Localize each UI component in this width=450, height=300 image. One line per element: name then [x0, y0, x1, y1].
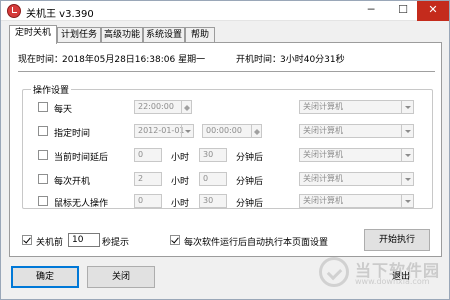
idle-label: 鼠标无人操作: [54, 199, 109, 209]
tab-scheduled-tasks[interactable]: 计划任务: [57, 27, 101, 43]
idle-minutes-field[interactable]: 30: [199, 194, 227, 208]
idle-checkbox[interactable]: [38, 196, 48, 206]
current-time-label: 现在时间：: [18, 55, 64, 65]
prealert-suffix: 秒提示: [102, 238, 130, 248]
ok-button[interactable]: 确定: [11, 266, 79, 288]
specific-action-value: 关闭计算机: [303, 126, 343, 135]
watermark-logo-icon: [319, 257, 349, 287]
specific-time-field[interactable]: 00:00:00: [202, 124, 262, 138]
delay-checkbox[interactable]: [38, 150, 48, 160]
boot-action-value: 关闭计算机: [303, 174, 343, 183]
uptime-value: 3小时40分31秒: [280, 55, 345, 65]
autorun-checkbox[interactable]: [170, 235, 180, 245]
idle-action-select[interactable]: 关闭计算机: [299, 194, 414, 208]
start-execute-button[interactable]: 开始执行: [364, 229, 430, 251]
boot-label: 每次开机: [54, 177, 91, 187]
tab-system-settings[interactable]: 系统设置: [143, 27, 185, 43]
app-logo-icon: [7, 4, 21, 18]
chevron-down-icon: [401, 173, 413, 185]
daily-checkbox[interactable]: [38, 102, 48, 112]
app-window: 关机王 v3.390 ─ ☐ ✕ 定时关机 计划任务 高级功能 系统设置 帮助 …: [0, 0, 450, 300]
divider: [18, 71, 435, 73]
idle-hours-unit: 小时: [171, 199, 190, 209]
specific-date-field[interactable]: 2012-01-01: [134, 124, 194, 138]
close-button[interactable]: 关闭: [87, 266, 155, 288]
idle-hours-field[interactable]: 0: [134, 194, 162, 208]
delay-label: 当前时间延后: [54, 153, 109, 163]
uptime-label: 开机时间：: [236, 55, 282, 65]
chevron-down-icon: [401, 149, 413, 161]
minimize-button[interactable]: ─: [355, 1, 387, 21]
daily-time-field[interactable]: 22:00:00: [134, 100, 192, 114]
specific-date-value: 2012-01-01: [138, 126, 185, 135]
boot-minutes-field[interactable]: 0: [199, 172, 227, 186]
window-title: 关机王 v3.390: [26, 9, 94, 20]
prealert-checkbox[interactable]: [22, 235, 32, 245]
prealert-label: 关机前: [36, 238, 64, 248]
daily-action-select[interactable]: 关闭计算机: [299, 100, 414, 114]
daily-time-spin-icon[interactable]: [181, 101, 191, 113]
delay-minutes-field[interactable]: 30: [199, 148, 227, 162]
current-time-value: 2018年05月28日16:38:06 星期一: [62, 55, 206, 65]
delay-action-select[interactable]: 关闭计算机: [299, 148, 414, 162]
specific-time-label: 指定时间: [54, 129, 91, 139]
boot-hours-field[interactable]: 2: [134, 172, 162, 186]
delay-hours-field[interactable]: 0: [134, 148, 162, 162]
boot-checkbox[interactable]: [38, 174, 48, 184]
idle-action-value: 关闭计算机: [303, 196, 343, 205]
tab-help[interactable]: 帮助: [185, 27, 215, 43]
tab-advanced[interactable]: 高级功能: [101, 27, 143, 43]
delay-minutes-unit: 分钟后: [236, 153, 264, 163]
maximize-button[interactable]: ☐: [387, 1, 419, 21]
group-title: 操作设置: [31, 83, 72, 96]
specific-time-spin-icon[interactable]: [251, 125, 261, 137]
chevron-down-icon: [401, 101, 413, 113]
prealert-seconds-field[interactable]: 10: [68, 233, 100, 247]
tab-shutdown-timer[interactable]: 定时关机: [9, 25, 57, 44]
idle-minutes-unit: 分钟后: [236, 199, 264, 209]
close-window-button[interactable]: ✕: [417, 1, 449, 21]
boot-minutes-unit: 分钟后: [236, 177, 264, 187]
boot-action-select[interactable]: 关闭计算机: [299, 172, 414, 186]
specific-time-value: 00:00:00: [206, 126, 242, 135]
daily-action-value: 关闭计算机: [303, 102, 343, 111]
daily-label: 每天: [54, 105, 73, 115]
operation-settings-group: 操作设置 每天 22:00:00 关闭计算机 指定时间 2012-01-01 0…: [22, 83, 433, 209]
title-bar: 关机王 v3.390 ─ ☐ ✕: [1, 1, 449, 21]
tab-panel: 现在时间： 2018年05月28日16:38:06 星期一 开机时间： 3小时4…: [9, 42, 442, 257]
autorun-label: 每次软件运行后自动执行本页面设置: [184, 238, 329, 248]
delay-action-value: 关闭计算机: [303, 150, 343, 159]
delay-hours-unit: 小时: [171, 153, 190, 163]
exit-button[interactable]: 退出: [367, 266, 435, 288]
boot-hours-unit: 小时: [171, 177, 190, 187]
daily-time-value: 22:00:00: [138, 102, 174, 111]
chevron-down-icon: [401, 195, 413, 207]
chevron-down-icon: [401, 125, 413, 137]
chevron-down-icon: [181, 125, 193, 137]
specific-time-checkbox[interactable]: [38, 126, 48, 136]
specific-action-select[interactable]: 关闭计算机: [299, 124, 414, 138]
